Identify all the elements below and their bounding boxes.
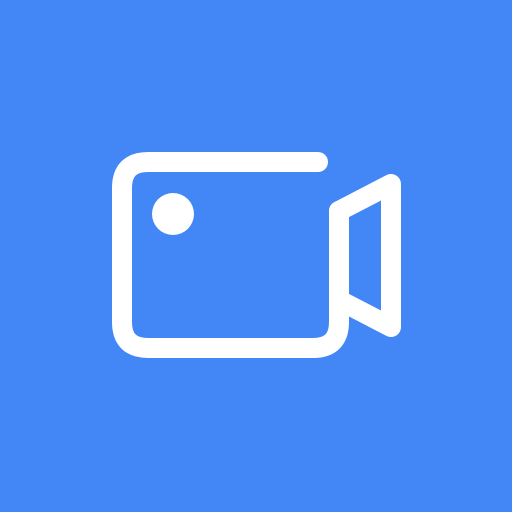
record-indicator-dot (152, 193, 194, 235)
app-icon[interactable] (0, 0, 512, 512)
video-camera-icon (0, 0, 512, 512)
icon-background (0, 0, 512, 512)
